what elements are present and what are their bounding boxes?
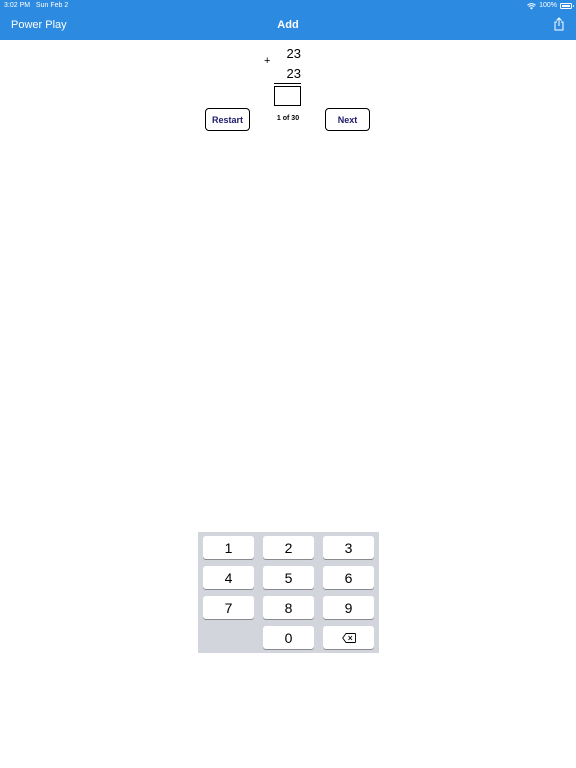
- key-4[interactable]: 4: [203, 566, 254, 589]
- backspace-icon: [341, 632, 356, 643]
- key-2[interactable]: 2: [263, 536, 314, 559]
- key-3[interactable]: 3: [323, 536, 374, 559]
- status-time: 3:02 PM Sun Feb 2: [4, 2, 69, 9]
- navigation-bar: 3:02 PM Sun Feb 2 100% Power Play Add: [0, 0, 576, 40]
- key-7[interactable]: 7: [203, 596, 254, 619]
- progress-counter: 1 of 30: [276, 115, 300, 122]
- key-9[interactable]: 9: [323, 596, 374, 619]
- restart-button[interactable]: Restart: [205, 108, 250, 131]
- page-title: Add: [277, 19, 299, 31]
- wifi-icon: [527, 2, 536, 9]
- bottom-number: 23: [286, 66, 301, 81]
- operator-sign: +: [264, 55, 271, 67]
- key-6[interactable]: 6: [323, 566, 374, 589]
- share-icon[interactable]: [553, 17, 565, 31]
- key-5[interactable]: 5: [263, 566, 314, 589]
- battery-icon: [560, 3, 574, 9]
- sum-line: [274, 83, 301, 84]
- status-indicators: 100%: [527, 2, 574, 10]
- key-8[interactable]: 8: [263, 596, 314, 619]
- number-keypad: 1 2 3 4 5 6 7 8 9 0: [198, 532, 379, 653]
- status-date: Sun Feb 2: [35, 2, 69, 9]
- next-button[interactable]: Next: [325, 108, 370, 131]
- key-1[interactable]: 1: [203, 536, 254, 559]
- answer-field[interactable]: [274, 86, 301, 106]
- key-0[interactable]: 0: [263, 626, 314, 649]
- backspace-key[interactable]: [323, 626, 374, 649]
- battery-percent: 100%: [539, 2, 557, 9]
